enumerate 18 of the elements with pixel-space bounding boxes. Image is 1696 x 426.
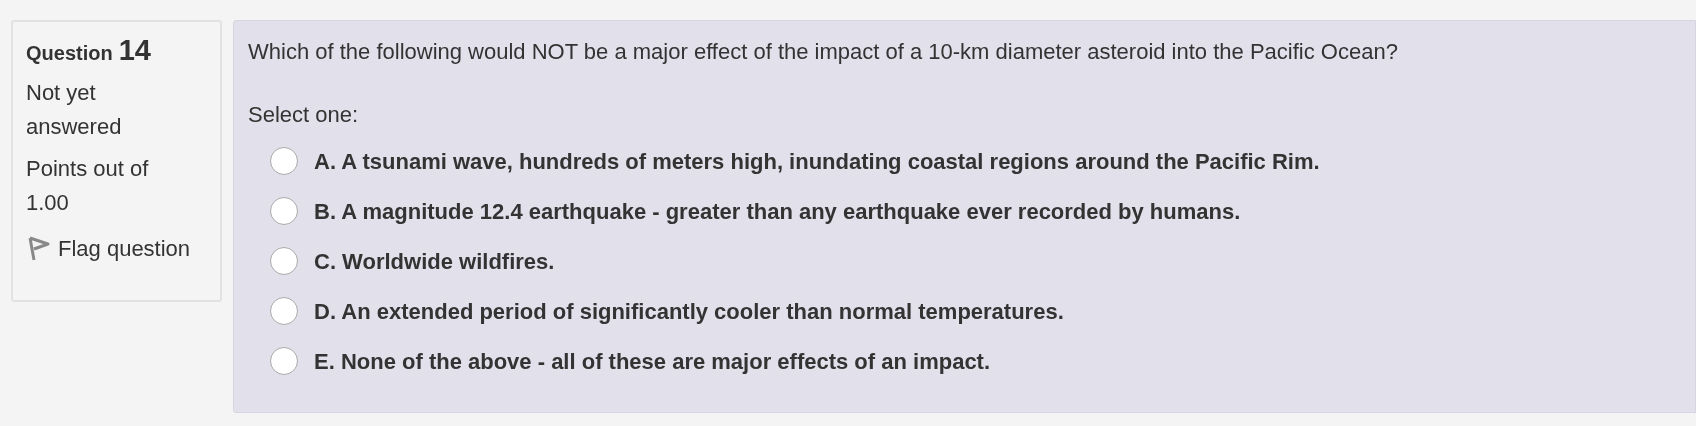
answer-option[interactable]: B. A magnitude 12.4 earthquake - greater than any earthquake ever recorded by humans.: [248, 186, 1695, 236]
answer-option[interactable]: D. An extended period of significantly cooler than normal temperatures.: [248, 286, 1695, 336]
radio-button[interactable]: [270, 147, 298, 175]
answer-option[interactable]: A. A tsunami wave, hundreds of meters high, inundating coastal regions around the Pacific Rim.: [248, 136, 1695, 186]
radio-button[interactable]: [270, 347, 298, 375]
question-number: 14: [118, 36, 151, 65]
flag-question-link[interactable]: Flag question: [26, 232, 207, 265]
radio-button[interactable]: [270, 247, 298, 275]
question-label: Question: [26, 41, 113, 66]
radio-button[interactable]: [270, 197, 298, 225]
question-status: Not yet answered: [26, 79, 123, 141]
flag-icon: [26, 235, 50, 262]
answer-option[interactable]: E. None of the above - all of these are major effects of an impact.: [248, 336, 1695, 386]
radio-button[interactable]: [270, 297, 298, 325]
select-prompt: Select one:: [248, 101, 360, 129]
answer-option[interactable]: C. Worldwide wildfires.: [248, 236, 1695, 286]
question-points: Points out of 1.00: [26, 155, 150, 217]
question-text: Which of the following would NOT be a major effect of the impact of a 10-km diameter asteroid into the Pacific Ocean?: [248, 38, 1399, 66]
